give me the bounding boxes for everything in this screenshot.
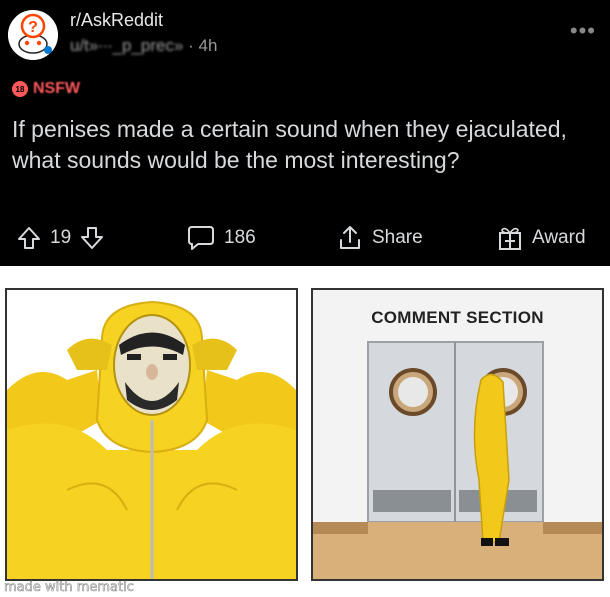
separator-dot: · — [188, 36, 199, 55]
award-label: Award — [532, 227, 586, 248]
award-button[interactable]: Award — [496, 222, 586, 254]
meme-panel-right: COMMENT SECTION — [311, 288, 604, 581]
nsfw-label: NSFW — [33, 80, 81, 97]
comment-icon — [186, 224, 216, 252]
share-icon — [336, 224, 364, 252]
post-title[interactable]: If penises made a certain sound when the… — [12, 114, 592, 176]
askreddit-icon: ? — [8, 10, 58, 60]
nsfw-badge-icon: 18 — [12, 81, 28, 97]
award-gift-icon — [496, 224, 524, 252]
svg-text:?: ? — [28, 19, 38, 36]
comment-section-door-illustration — [313, 290, 602, 579]
more-options-icon[interactable]: ••• — [570, 18, 596, 44]
upvote-icon[interactable] — [16, 225, 42, 251]
meme-image[interactable]: COMMENT SECTION made with mematic — [0, 266, 610, 597]
post-age: 4h — [198, 36, 218, 55]
hazmat-suit-man-illustration — [7, 290, 296, 579]
subreddit-avatar[interactable]: ? — [8, 10, 58, 60]
username[interactable]: u/t»∙­∙∙_p_prec» — [70, 36, 183, 55]
vote-count: 19 — [50, 227, 72, 248]
vote-group: 19 — [16, 222, 105, 254]
comment-count: 186 — [224, 227, 256, 248]
post-meta: u/t»∙­∙∙_p_prec» · 4h — [70, 36, 217, 56]
subreddit-name[interactable]: r/AskReddit — [70, 10, 163, 31]
mematic-watermark: made with mematic — [4, 580, 134, 596]
post-header: ? r/AskReddit u/t»∙­∙∙_p_prec» · 4h ••• … — [0, 0, 610, 266]
comments-button[interactable]: 186 — [186, 222, 256, 254]
action-bar: 19 186 Share Award — [0, 222, 610, 254]
meme-panel-left — [5, 288, 298, 581]
share-button[interactable]: Share — [336, 222, 423, 254]
nsfw-tag: 18 NSFW — [12, 80, 80, 98]
comment-section-label: COMMENT SECTION — [371, 308, 544, 327]
share-label: Share — [372, 227, 423, 248]
downvote-icon[interactable] — [79, 225, 105, 251]
